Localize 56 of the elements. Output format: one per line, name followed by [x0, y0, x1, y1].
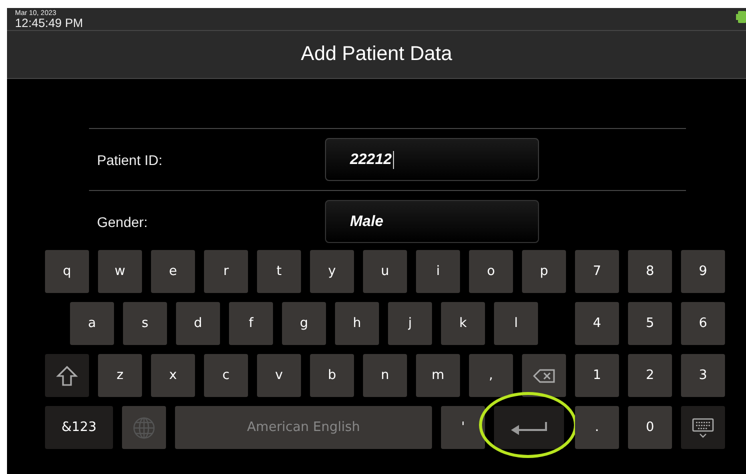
- key[interactable]: f: [229, 302, 273, 345]
- key[interactable]: 8: [628, 250, 672, 293]
- arrow-up-icon: [56, 364, 78, 386]
- key[interactable]: w: [98, 250, 142, 293]
- key[interactable]: 9: [681, 250, 725, 293]
- key[interactable]: 4: [575, 302, 619, 345]
- enter-key[interactable]: [494, 406, 564, 449]
- key[interactable]: h: [335, 302, 379, 345]
- page-title: Add Patient Data: [300, 43, 452, 66]
- key[interactable]: q: [45, 250, 89, 293]
- status-time: 12:45:49 PM: [15, 16, 84, 28]
- field-label: Patient ID:: [96, 152, 164, 168]
- key[interactable]: l: [494, 302, 538, 345]
- battery-icon: [736, 11, 746, 23]
- key[interactable]: 7: [575, 250, 619, 293]
- hide-keyboard-key[interactable]: [681, 406, 725, 449]
- key[interactable]: p: [522, 250, 566, 293]
- backspace-icon: [533, 368, 555, 382]
- enter-arrow-icon: [510, 420, 548, 434]
- key[interactable]: r: [204, 250, 248, 293]
- key[interactable]: b: [310, 354, 354, 397]
- key[interactable]: ,: [469, 354, 513, 397]
- input-field[interactable]: 22212: [325, 138, 539, 181]
- key[interactable]: o: [469, 250, 513, 293]
- key[interactable]: 5: [628, 302, 672, 345]
- key[interactable]: .: [575, 406, 619, 449]
- shift-key[interactable]: [45, 354, 89, 397]
- key[interactable]: y: [310, 250, 354, 293]
- key[interactable]: u: [363, 250, 407, 293]
- key[interactable]: s: [123, 302, 167, 345]
- key[interactable]: 6: [681, 302, 725, 345]
- key[interactable]: ': [441, 406, 485, 449]
- key[interactable]: j: [388, 302, 432, 345]
- key[interactable]: n: [363, 354, 407, 397]
- key[interactable]: t: [257, 250, 301, 293]
- key[interactable]: v: [257, 354, 301, 397]
- key[interactable]: 0: [628, 406, 672, 449]
- globe-icon: [132, 416, 156, 440]
- field-label: Gender:: [96, 214, 149, 230]
- key[interactable]: 3: [681, 354, 725, 397]
- key[interactable]: z: [98, 354, 142, 397]
- key[interactable]: m: [416, 354, 460, 397]
- symbols-key[interactable]: &123: [45, 406, 113, 449]
- key[interactable]: k: [441, 302, 485, 345]
- key[interactable]: g: [282, 302, 326, 345]
- key[interactable]: e: [151, 250, 195, 293]
- key[interactable]: 2: [628, 354, 672, 397]
- key[interactable]: d: [176, 302, 220, 345]
- key[interactable]: a: [70, 302, 114, 345]
- key[interactable]: c: [204, 354, 248, 397]
- backspace-key[interactable]: [522, 354, 566, 397]
- input-field[interactable]: Male: [325, 200, 539, 243]
- key[interactable]: i: [416, 250, 460, 293]
- key[interactable]: 1: [575, 354, 619, 397]
- key[interactable]: x: [151, 354, 195, 397]
- keyboard-icon: [691, 416, 715, 440]
